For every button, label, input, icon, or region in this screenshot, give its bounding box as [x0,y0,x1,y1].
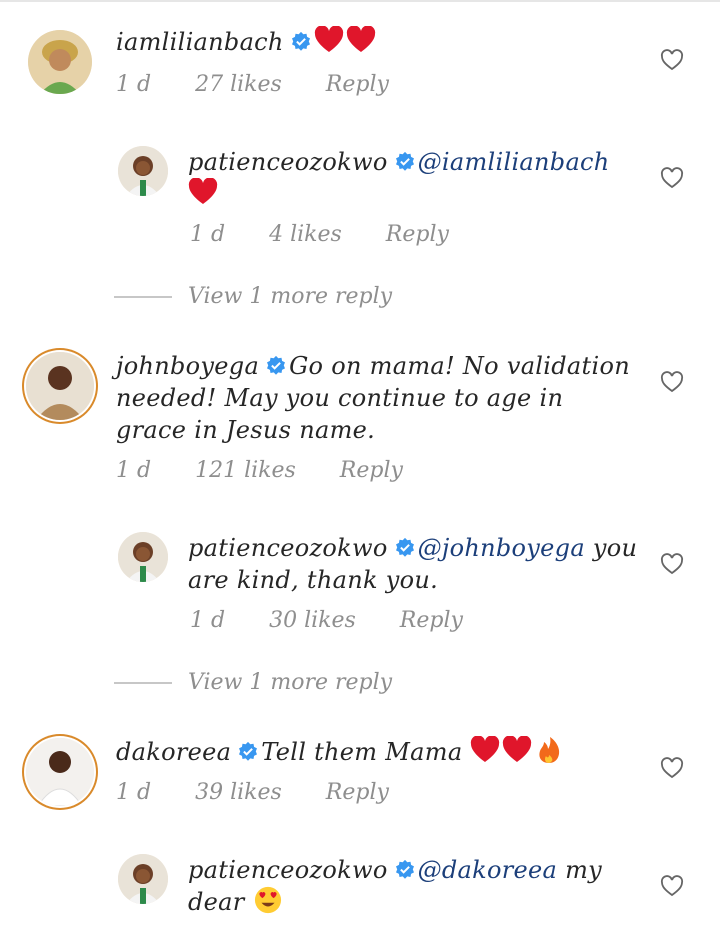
username[interactable]: patienceozokwo [188,856,388,884]
view-more-label: View 1 more reply [188,284,393,309]
view-more-replies[interactable]: View 1 more reply [114,670,392,695]
reply-button[interactable]: Reply [326,780,389,805]
comment-time: 1 d [190,222,226,247]
fire-emoji [539,737,560,763]
red-heart-emoji [471,736,500,762]
username[interactable]: dakoreea [116,738,231,766]
red-heart-emoji [503,736,532,762]
reply-button[interactable]: Reply [400,608,463,633]
red-heart-emoji [188,178,218,204]
verified-badge-icon [395,537,414,557]
likes-count[interactable]: 27 likes [195,72,282,97]
username[interactable]: iamlilianbach [116,28,284,56]
avatar[interactable] [28,30,92,94]
red-heart-emoji [314,26,343,52]
username[interactable]: patienceozokwo [188,534,388,562]
heart-outline-icon[interactable] [660,370,684,394]
verified-badge-icon [395,151,414,171]
likes-count[interactable]: 121 likes [195,458,296,483]
reply-button[interactable]: Reply [386,222,449,247]
likes-count[interactable]: 30 likes [269,608,356,633]
divider-line [114,296,172,298]
heart-outline-icon[interactable] [660,552,684,576]
verified-badge-icon [267,355,286,375]
mention-link[interactable]: @johnboyega [418,534,585,562]
mention-link[interactable]: @dakoreea [418,856,558,884]
avatar[interactable] [118,854,168,904]
username[interactable]: patienceozokwo [188,148,388,176]
divider-line [114,682,172,684]
view-more-label: View 1 more reply [188,670,393,695]
verified-badge-icon [395,859,414,879]
heart-outline-icon[interactable] [660,874,684,898]
verified-badge-icon [291,31,310,51]
avatar[interactable] [118,532,168,582]
avatar[interactable] [118,146,168,196]
verified-badge-icon [239,741,258,761]
heart-outline-icon[interactable] [660,48,684,72]
username[interactable]: johnboyega [116,352,259,380]
heart-eyes-emoji [254,886,281,914]
comment-time: 1 d [116,72,152,97]
comment-time: 1 d [190,608,226,633]
reply-button[interactable]: Reply [340,458,403,483]
heart-outline-icon[interactable] [660,166,684,190]
avatar[interactable] [26,352,94,420]
comment-time: 1 d [116,780,152,805]
comment-time: 1 d [116,458,152,483]
reply-button[interactable]: Reply [326,72,389,97]
red-heart-emoji [346,26,375,52]
likes-count[interactable]: 4 likes [269,222,342,247]
avatar[interactable] [26,738,94,806]
view-more-replies[interactable]: View 1 more reply [114,284,392,309]
mention-link[interactable]: @iamlilianbach [418,148,610,176]
heart-outline-icon[interactable] [660,756,684,780]
likes-count[interactable]: 39 likes [195,780,282,805]
comment-text: Tell them Mama [261,738,463,766]
top-divider [0,0,720,2]
